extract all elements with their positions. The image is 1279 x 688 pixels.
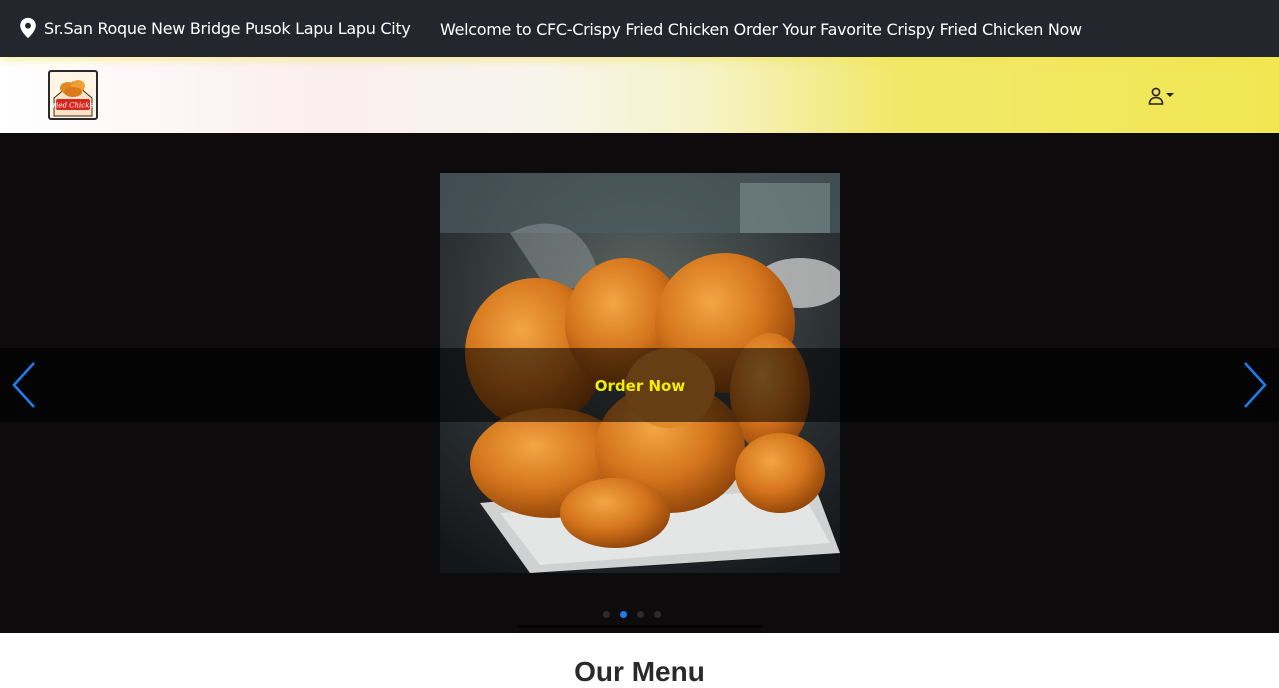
welcome-message: Welcome to CFC-Crispy Fried Chicken Orde… <box>440 20 1082 39</box>
order-now-button[interactable]: Order Now <box>560 377 720 395</box>
carousel-next-button[interactable] <box>1239 359 1273 411</box>
carousel-prev-button[interactable] <box>6 359 40 411</box>
svg-text:Fried Chicken: Fried Chicken <box>50 102 96 110</box>
location: Sr.San Roque New Bridge Pusok Lapu Lapu … <box>18 17 411 39</box>
carousel-indicators <box>598 611 666 618</box>
chevron-down-icon <box>1166 92 1174 97</box>
carousel-indicator-2[interactable] <box>620 611 627 618</box>
carousel-indicator-3[interactable] <box>637 611 644 618</box>
user-icon <box>1148 87 1164 105</box>
chevron-right-icon <box>1244 362 1267 408</box>
section-title-menu: Our Menu <box>574 656 705 687</box>
navbar: Fried Chicken <box>0 57 1279 133</box>
brand-logo[interactable]: Fried Chicken <box>48 70 98 120</box>
carousel-indicator-1[interactable] <box>603 611 610 618</box>
map-pin-icon <box>20 17 36 39</box>
chicken-logo-icon: Fried Chicken <box>50 80 96 117</box>
location-text: Sr.San Roque New Bridge Pusok Lapu Lapu … <box>44 18 411 38</box>
indicator-track <box>517 625 763 628</box>
top-info-bar: Sr.San Roque New Bridge Pusok Lapu Lapu … <box>0 0 1279 57</box>
chevron-left-icon <box>12 362 35 408</box>
carousel-indicator-4[interactable] <box>654 611 661 618</box>
hero-carousel: Order Now <box>0 133 1279 633</box>
user-menu-toggle[interactable] <box>1148 87 1174 105</box>
